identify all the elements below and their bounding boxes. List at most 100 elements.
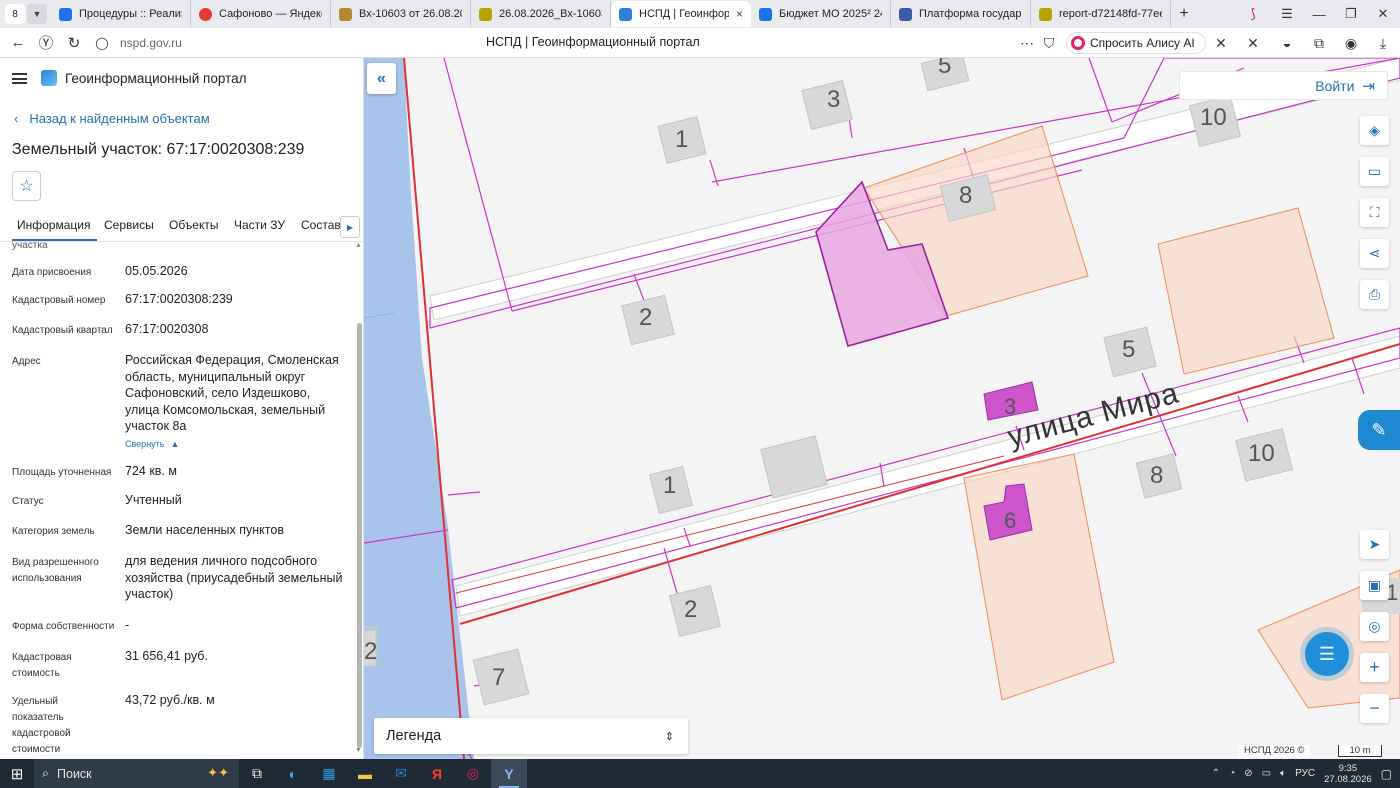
- site-info-icon[interactable]: ◯: [88, 29, 116, 57]
- yandex-app-icon[interactable]: Я: [419, 759, 455, 788]
- outlook-icon[interactable]: ✉: [383, 759, 419, 788]
- restore-icon[interactable]: ❐: [1334, 0, 1368, 28]
- favorite-star-button[interactable]: ☆: [12, 171, 41, 201]
- new-tab-button[interactable]: +: [1171, 5, 1197, 23]
- notifications-icon[interactable]: ▢: [1381, 767, 1392, 781]
- collapse-panel-button[interactable]: «: [367, 63, 396, 94]
- browser-tab[interactable]: report-d72148fd-77ee-4: [1031, 1, 1171, 27]
- tab-services[interactable]: Сервисы: [104, 218, 154, 232]
- copyright-label: НСПД 2026 ©: [1238, 745, 1311, 758]
- alice-icon: [1071, 36, 1085, 50]
- browser-tab[interactable]: Процедуры :: Реализация: [51, 1, 191, 27]
- bookmark-icon[interactable]: ⛉: [1040, 34, 1058, 52]
- measure-button[interactable]: ▭: [1360, 157, 1389, 186]
- yandex-alice-icon[interactable]: ◎: [455, 759, 491, 788]
- task-view-icon[interactable]: ⧉: [239, 759, 275, 788]
- browser-tab[interactable]: Вх-10603 от 26.08.2026: [331, 1, 471, 27]
- tab-count-badge[interactable]: 8: [5, 4, 25, 24]
- back-icon[interactable]: ←: [4, 29, 32, 57]
- locate-button[interactable]: ◎: [1360, 612, 1389, 641]
- yandex-browser-icon[interactable]: Y: [491, 759, 527, 788]
- zoom-out-button[interactable]: −: [1360, 694, 1389, 723]
- share-button[interactable]: ⋖: [1360, 239, 1389, 268]
- tray-app-icon[interactable]: ◔: [1229, 768, 1235, 779]
- taskbar-search[interactable]: ⌕ Поиск ✦✦: [34, 759, 239, 788]
- house-number: 1: [663, 472, 677, 499]
- more-icon[interactable]: ⋯: [1018, 34, 1036, 52]
- tab-parts[interactable]: Части ЗУ: [234, 218, 285, 232]
- reload-icon[interactable]: ↻: [60, 29, 88, 57]
- scroll-down-icon[interactable]: ▼: [355, 747, 362, 754]
- house-number: 5: [1122, 336, 1136, 363]
- geolocation-button[interactable]: ➤: [1360, 530, 1389, 559]
- cadastral-map[interactable]: [364, 58, 1400, 759]
- parcel-line: [447, 491, 481, 496]
- select-area-button[interactable]: ⛶: [1360, 198, 1389, 227]
- minimap-button[interactable]: ▣: [1360, 571, 1389, 600]
- river-area: [364, 58, 474, 759]
- edge-icon[interactable]: ◐: [275, 759, 311, 788]
- url-field[interactable]: nspd.gov.ru: [120, 36, 182, 50]
- windows-start-icon[interactable]: ⊞: [0, 759, 34, 788]
- menu-icon[interactable]: ☰: [1270, 0, 1304, 28]
- close-tab-icon[interactable]: ×: [736, 7, 743, 21]
- chat-button[interactable]: ☰: [1305, 632, 1349, 676]
- tabs-scroll-right-icon[interactable]: ▶: [340, 216, 360, 238]
- display-icon[interactable]: ▭: [1262, 768, 1271, 779]
- shield-icon: [759, 7, 772, 21]
- house-number: 8: [959, 182, 973, 209]
- portal-logo-icon: [41, 70, 57, 86]
- extension-icon[interactable]: ◒: [1278, 34, 1296, 52]
- wifi-off-icon[interactable]: ⊘: [1244, 768, 1252, 779]
- hamburger-menu-icon[interactable]: [12, 72, 27, 84]
- print-button[interactable]: ⎙: [1360, 280, 1389, 309]
- vpn-icon[interactable]: ◉: [1342, 34, 1360, 52]
- close-window-icon[interactable]: ✕: [1366, 0, 1400, 28]
- tray-chevron-up-icon[interactable]: ⌃: [1212, 768, 1220, 779]
- star-icon: ☆: [19, 178, 34, 195]
- feedback-side-tab[interactable]: ✎: [1358, 410, 1400, 450]
- login-button[interactable]: Войти ⇥: [1179, 71, 1388, 100]
- tab-composition[interactable]: Состав: [301, 218, 341, 232]
- clock[interactable]: 9:35 27.08.2026: [1324, 763, 1372, 785]
- store-icon[interactable]: ▦: [311, 759, 347, 788]
- volume-muted-icon[interactable]: 🔈︎: [1280, 768, 1286, 779]
- alice-button[interactable]: Спросить Алису AI: [1066, 32, 1206, 54]
- tab-objects[interactable]: Объекты: [169, 218, 219, 232]
- browser-tab[interactable]: Сафоново — Яндекс Карты: [191, 1, 331, 27]
- house-number: 2: [364, 638, 378, 665]
- minus-icon: −: [1369, 698, 1380, 718]
- collections-icon[interactable]: ⧉: [1310, 34, 1328, 52]
- browser-tab-active[interactable]: НСПД | Геоинформацион×: [611, 1, 751, 27]
- nspd-favicon-icon: [619, 7, 632, 21]
- download-icon[interactable]: ⤓: [1374, 34, 1392, 52]
- back-to-results-link[interactable]: ‹ Назад к найденным объектам: [14, 111, 210, 126]
- document-icon: [339, 7, 352, 21]
- page-title: НСПД | Геоинформационный портал: [486, 35, 700, 49]
- file-explorer-icon[interactable]: ▬: [347, 759, 383, 788]
- tab-information[interactable]: Информация: [12, 218, 98, 241]
- minimize-icon[interactable]: —: [1302, 0, 1336, 28]
- house-number: 3: [1004, 394, 1017, 419]
- layers-button[interactable]: ◈: [1360, 116, 1389, 145]
- extension-icon[interactable]: ✕: [1244, 34, 1262, 52]
- zoom-in-button[interactable]: +: [1360, 653, 1389, 682]
- house-number: 6: [1004, 508, 1017, 533]
- collapse-address-link[interactable]: Свернуть ▲: [125, 438, 179, 450]
- browser-tab[interactable]: 26.08.2026_Вх-10603_Те: [471, 1, 611, 27]
- browser-tab[interactable]: Платформа государствен: [891, 1, 1031, 27]
- tab-list-chevron-icon[interactable]: ▼: [27, 4, 47, 24]
- share-icon: ⋖: [1368, 245, 1381, 261]
- address-bar: ← Ⓨ ↻ ◯ nspd.gov.ru НСПД | Геоинформацио…: [0, 28, 1400, 58]
- tab-favicon-icon: [59, 7, 72, 21]
- sidebar-icon[interactable]: ⟆: [1236, 0, 1270, 28]
- double-chevron-left-icon: «: [377, 69, 386, 87]
- map-canvas[interactable]: 5 3 1 8 10 2 5 3 1 8 10 6 2 7 2 1 улица …: [364, 58, 1400, 759]
- legend-dropdown[interactable]: Легенда ⇕: [374, 718, 688, 754]
- panel-scrollbar[interactable]: [357, 323, 362, 748]
- extension-icon[interactable]: ✕: [1212, 34, 1230, 52]
- language-indicator[interactable]: РУС: [1295, 768, 1315, 779]
- scroll-up-icon[interactable]: ▲: [355, 242, 362, 249]
- browser-tab[interactable]: Бюджет МО 2025² 24.2.2: [751, 1, 891, 27]
- yandex-icon[interactable]: Ⓨ: [32, 29, 60, 57]
